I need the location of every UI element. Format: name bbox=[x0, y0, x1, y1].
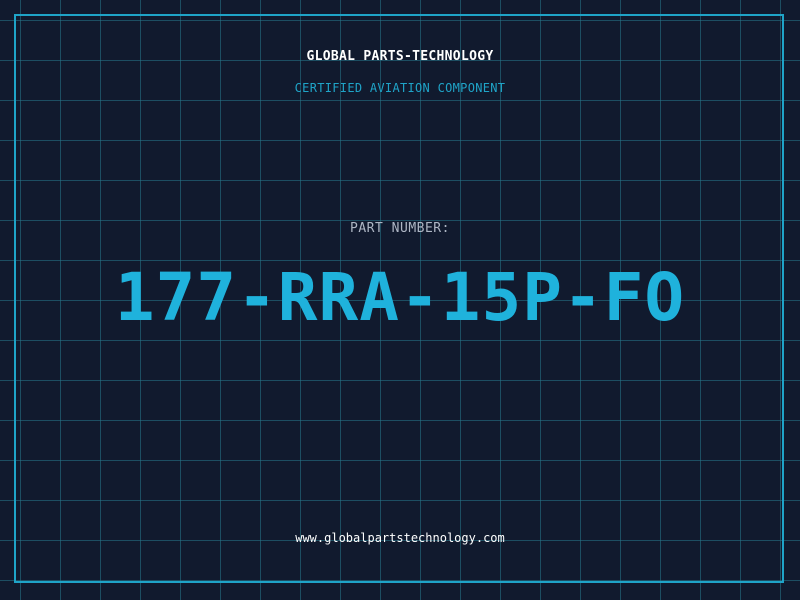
part-number-value: 177-RRA-15P-FO bbox=[114, 259, 686, 336]
website-url: www.globalpartstechnology.com bbox=[295, 531, 505, 545]
part-card: GLOBAL PARTS-TECHNOLOGY CERTIFIED AVIATI… bbox=[0, 0, 800, 600]
company-name: GLOBAL PARTS-TECHNOLOGY bbox=[306, 49, 494, 64]
part-number-label: PART NUMBER: bbox=[350, 221, 450, 236]
certification-tagline: CERTIFIED AVIATION COMPONENT bbox=[294, 81, 506, 95]
